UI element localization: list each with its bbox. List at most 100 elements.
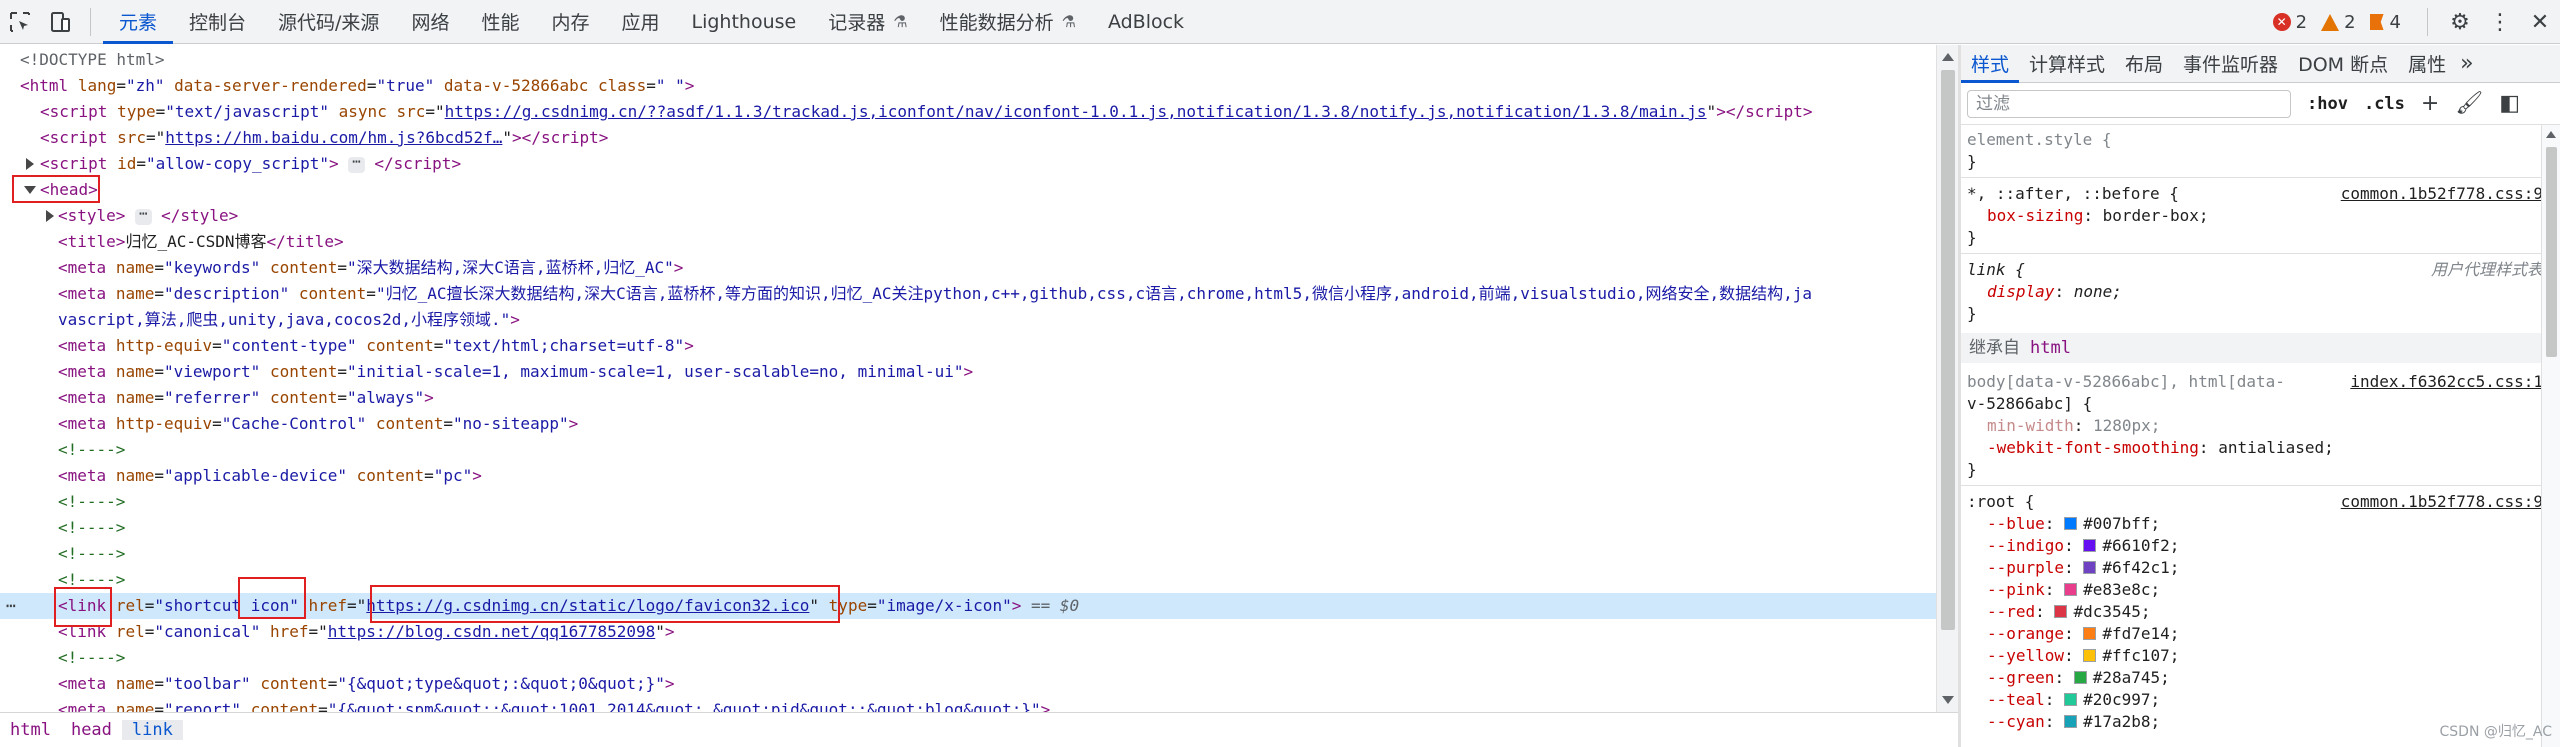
dom-line-title[interactable]: <title>归忆_AC-CSDN博客</title> [0, 229, 1936, 255]
rule-element-style[interactable]: element.style { [1967, 129, 2547, 151]
rule-root-selector[interactable]: :root {common.1b52f778.css:9 [1967, 491, 2547, 513]
toggle-sidebar-icon[interactable]: ◧ [2499, 91, 2520, 116]
dom-line-meta-viewport[interactable]: <meta name="viewport" content="initial-s… [0, 359, 1936, 385]
dom-line-meta-report[interactable]: <meta name="report" content="{&quot;spm&… [0, 697, 1936, 712]
tab-application[interactable]: 应用 [605, 0, 675, 44]
scroll-down-icon[interactable] [1942, 696, 1954, 704]
color-swatch-icon[interactable] [2083, 561, 2097, 574]
color-swatch-icon[interactable] [2083, 627, 2097, 640]
rule-declaration[interactable]: display: none; [1987, 281, 2560, 303]
tab-sources[interactable]: 源代码/来源 [262, 0, 395, 44]
dom-line-script-trackad[interactable]: <script type="text/javascript" async src… [0, 99, 1936, 125]
dom-line-meta-toolbar[interactable]: <meta name="toolbar" content="{&quot;typ… [0, 671, 1936, 697]
hover-state-button[interactable]: :hov [2307, 94, 2348, 114]
error-count-badge[interactable]: ✕ 2 [2272, 12, 2307, 33]
scrollbar-thumb[interactable] [2546, 147, 2557, 357]
dom-line-comment[interactable]: <!----> [0, 489, 1936, 515]
css-variable-declaration[interactable]: --orange: #fd7e14; [1987, 623, 2560, 645]
canonical-link[interactable]: https://blog.csdn.net/qq1677852098 [328, 622, 656, 641]
inherited-tag-link[interactable]: html [2030, 338, 2071, 358]
tab-performance[interactable]: 性能 [465, 0, 535, 44]
rule-declaration[interactable]: -webkit-font-smoothing: antialiased; [1987, 437, 2560, 459]
styles-filter-input[interactable]: 过滤 [1967, 89, 2291, 118]
dom-line-html[interactable]: <html lang="zh" data-server-rendered="tr… [0, 73, 1936, 99]
dom-line-link-canonical[interactable]: <link rel="canonical" href="https://blog… [0, 619, 1936, 645]
css-variable-declaration[interactable]: --green: #28a745; [1987, 667, 2560, 689]
more-actions-icon[interactable]: ⋯ [6, 593, 16, 619]
dom-scrollbar[interactable] [1936, 45, 1958, 712]
paint-brush-icon[interactable]: 🖌 [2455, 91, 2483, 116]
script-src-link[interactable]: https://g.csdnimg.cn/??asdf/1.1.3/tracka… [445, 102, 1707, 121]
tab-properties[interactable]: 属性 [2398, 45, 2456, 83]
script-src-link[interactable]: https://hm.baidu.com/hm.js?6bcd52f… [165, 128, 502, 147]
tab-network[interactable]: 网络 [395, 0, 465, 44]
css-variable-declaration[interactable]: --yellow: #ffc107; [1987, 645, 2560, 667]
rule-source-link[interactable]: common.1b52f778.css:9 [2341, 183, 2543, 205]
new-rule-icon[interactable]: + [2421, 91, 2439, 116]
tab-layout[interactable]: 布局 [2115, 45, 2173, 83]
more-options-icon[interactable]: ⋮ [2480, 0, 2520, 44]
dom-line-comment[interactable]: <!----> [0, 645, 1936, 671]
expand-arrow-icon[interactable] [26, 158, 34, 170]
device-toolbar-icon[interactable] [40, 0, 80, 44]
breadcrumb-link[interactable]: link [121, 720, 183, 740]
breadcrumb-html[interactable]: html [0, 720, 61, 740]
styles-scrollbar[interactable] [2541, 125, 2560, 747]
breadcrumb-head[interactable]: head [61, 720, 122, 740]
css-variable-declaration[interactable]: --blue: #007bff; [1987, 513, 2560, 535]
color-swatch-icon[interactable] [2073, 671, 2087, 684]
color-swatch-icon[interactable] [2064, 693, 2078, 706]
css-variable-declaration[interactable]: --red: #dc3545; [1987, 601, 2560, 623]
tab-console[interactable]: 控制台 [173, 0, 262, 44]
css-variable-declaration[interactable]: --teal: #20c997; [1987, 689, 2560, 711]
color-swatch-icon[interactable] [2064, 583, 2078, 596]
dom-line-meta-referrer[interactable]: <meta name="referrer" content="always"> [0, 385, 1936, 411]
dom-line-meta-description-cont[interactable]: vascript,算法,爬虫,unity,java,cocos2d,小程序领域.… [0, 307, 1936, 333]
css-variable-declaration[interactable]: --purple: #6f42c1; [1987, 557, 2560, 579]
tab-memory[interactable]: 内存 [535, 0, 605, 44]
rule-body-html-selector[interactable]: body[data-v-52866abc], html[data-index.f… [1967, 371, 2547, 393]
rule-declaration[interactable]: box-sizing: border-box; [1987, 205, 2560, 227]
dom-line-meta-description[interactable]: <meta name="description" content="归忆_AC擅… [0, 281, 1936, 307]
tab-elements[interactable]: 元素 [103, 0, 174, 44]
gear-icon[interactable]: ⚙ [2440, 0, 2480, 44]
scrollbar-thumb[interactable] [1941, 70, 1955, 630]
tab-dom-breakpoints[interactable]: DOM 断点 [2288, 45, 2398, 83]
more-tabs-icon[interactable]: » [2460, 51, 2473, 76]
css-variable-declaration[interactable]: --indigo: #6610f2; [1987, 535, 2560, 557]
rule-source-link[interactable]: index.f6362cc5.css:1 [2350, 371, 2543, 393]
close-icon[interactable]: ✕ [2520, 0, 2560, 44]
tab-performance-insights[interactable]: 性能数据分析 ⚗ [924, 0, 1092, 44]
expand-arrow-icon[interactable] [46, 210, 54, 222]
dom-line-head[interactable]: <head> [0, 177, 1936, 203]
tab-computed[interactable]: 计算样式 [2019, 45, 2115, 83]
rule-universal-selector[interactable]: *, ::after, ::before {common.1b52f778.cs… [1967, 183, 2547, 205]
dom-line-comment[interactable]: <!----> [0, 515, 1936, 541]
scroll-up-icon[interactable] [2546, 131, 2556, 138]
dom-line-script-allow-copy[interactable]: <script id="allow-copy_script"> ⋯ </scri… [0, 151, 1936, 177]
tab-styles[interactable]: 样式 [1961, 45, 2020, 83]
dom-line-script-baidu[interactable]: <script src="https://hm.baidu.com/hm.js?… [0, 125, 1936, 151]
class-toggle-button[interactable]: .cls [2364, 94, 2405, 114]
dom-line-meta-applicable-device[interactable]: <meta name="applicable-device" content="… [0, 463, 1936, 489]
color-swatch-icon[interactable] [2083, 649, 2097, 662]
dom-line-doctype[interactable]: <!DOCTYPE html> [0, 47, 1936, 73]
color-swatch-icon[interactable] [2064, 715, 2078, 728]
tab-lighthouse[interactable]: Lighthouse [676, 0, 813, 44]
dom-line-meta-keywords[interactable]: <meta name="keywords" content="深大数据结构,深大… [0, 255, 1936, 281]
dom-line-meta-content-type[interactable]: <meta http-equiv="content-type" content=… [0, 333, 1936, 359]
scroll-up-icon[interactable] [1942, 53, 1954, 61]
rule-source-link[interactable]: common.1b52f778.css:9 [2341, 491, 2543, 513]
dom-line-meta-cache-control[interactable]: <meta http-equiv="Cache-Control" content… [0, 411, 1936, 437]
color-swatch-icon[interactable] [2083, 539, 2097, 552]
warning-count-badge[interactable]: 2 [2321, 12, 2356, 33]
dom-line-comment[interactable]: <!----> [0, 541, 1936, 567]
dom-line-style[interactable]: <style> ⋯ </style> [0, 203, 1936, 229]
color-swatch-icon[interactable] [2054, 605, 2068, 618]
tab-adblock[interactable]: AdBlock [1092, 0, 1200, 44]
tab-recorder[interactable]: 记录器 ⚗ [812, 0, 923, 44]
inspect-element-icon[interactable] [0, 0, 40, 44]
rule-link-selector[interactable]: link {用户代理样式表 [1967, 259, 2547, 281]
rule-declaration[interactable]: min-width: 1280px; [1987, 415, 2560, 437]
dom-line-comment[interactable]: <!----> [0, 437, 1936, 463]
